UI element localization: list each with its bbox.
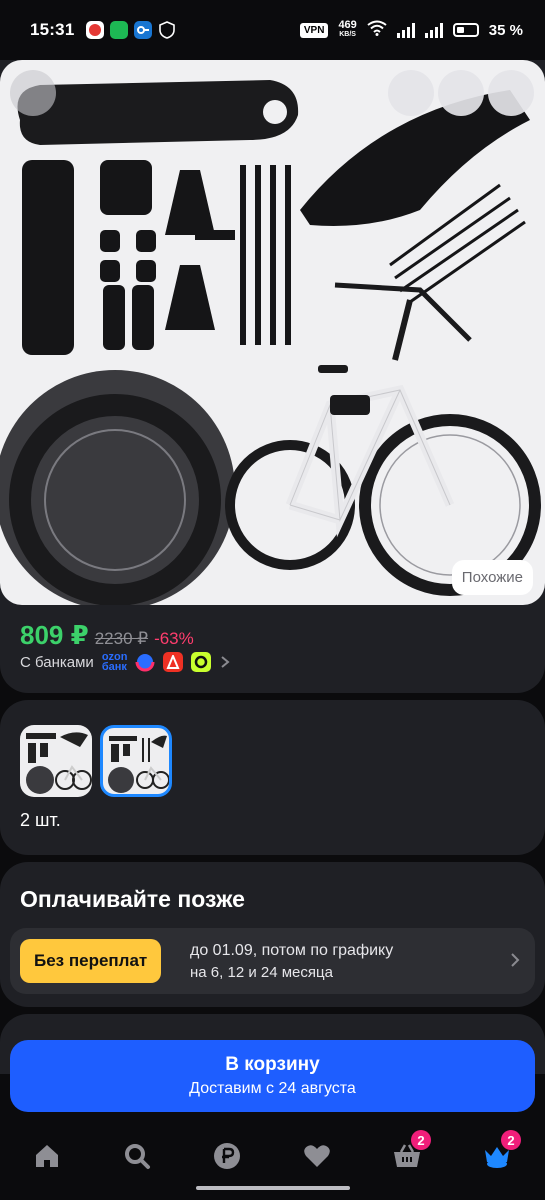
chevron-right-icon [221,656,231,668]
discount: -63% [154,629,194,648]
installment-badge: Без переплат [20,939,162,983]
price-row: 809 ₽ 2230 ₽ -63% [20,620,194,651]
variants-card: 2 шт. [0,700,545,855]
chevron-right-icon [511,953,520,967]
nav-favorites[interactable] [295,1134,339,1178]
installment-text: до 01.09, потом по графику на 6, 12 и 24… [190,940,393,984]
favorite-button[interactable] [488,70,534,116]
profile-badge: 2 [501,1130,521,1150]
ozon-bank-logo: ozon банк [101,652,128,673]
back-button[interactable] [10,70,56,116]
variant-thumbnail[interactable] [20,725,92,797]
product-card: Похожие 809 ₽ 2230 ₽ -63% С банками ozon… [0,60,545,693]
signal-icon [396,22,415,38]
net-speed: 469 KB/S [338,20,356,40]
search-button[interactable] [388,70,434,116]
home-icon [36,1145,58,1167]
heart-icon [304,1145,330,1167]
installment-line1: до 01.09, потом по графику [190,942,394,959]
search-icon [388,60,434,366]
net-speed-unit: KB/S [339,31,356,38]
pay-later-title: Оплачивайте позже [20,886,245,912]
product-photo[interactable]: Похожие [0,60,545,605]
share-button[interactable] [438,70,484,116]
heart-icon [488,60,534,366]
vpn-icon: VPN [299,22,329,38]
wifi-icon [367,20,387,40]
signal-icon [424,22,443,38]
pay-later-card: Оплачивайте позже Без переплат до 01.09,… [0,862,545,1007]
add-to-cart-button[interactable]: В корзину Доставим с 24 августа [10,1040,535,1112]
key-icon [134,21,153,39]
notification-app-icon [110,21,129,39]
variant-thumbnail-selected[interactable] [100,725,172,797]
shield-icon [158,21,176,39]
home-indicator[interactable] [196,1186,350,1190]
add-to-cart-label: В корзину [225,1054,320,1075]
bank-offers[interactable]: С банками ozon банк [20,652,231,673]
battery-icon [452,23,479,37]
notification-icons [86,21,176,39]
price: 809 ₽ [20,620,89,650]
back-arrow-icon [10,60,56,366]
ozon-bank-logo-line2: банк [101,661,127,673]
quantity-label: 2 шт. [20,810,61,830]
variant-image [108,735,169,793]
nav-search[interactable] [115,1134,159,1178]
share-icon [438,60,484,366]
nav-home[interactable] [25,1134,69,1178]
ruble-icon [214,1143,240,1169]
variant-image [26,732,92,794]
notification-app-icon [86,21,105,39]
status-bar: 15:31 VPN 469 KB/S 35 % [0,0,545,60]
delivery-date: Доставим с 24 августа [189,1080,356,1097]
bank-logo-icon [163,652,184,672]
search-icon [125,1144,150,1169]
old-price: 2230 ₽ [94,629,149,648]
nav-cart[interactable]: 2 [385,1130,431,1178]
similar-button[interactable]: Похожие [451,560,533,595]
status-time: 15:31 [30,20,75,39]
cart-count-badge: 2 [411,1130,431,1150]
net-speed-value: 469 [338,19,357,31]
nav-profile[interactable]: 2 [475,1130,521,1178]
bank-logo-icon [191,652,212,672]
banks-label: С банками [20,653,94,671]
bank-logo-icon [135,652,155,672]
battery-level: 35 % [488,21,523,39]
installment-option[interactable]: Без переплат до 01.09, потом по графику … [10,928,535,994]
nav-finance[interactable] [205,1134,249,1178]
installment-line2: на 6, 12 и 24 месяца [190,964,333,981]
